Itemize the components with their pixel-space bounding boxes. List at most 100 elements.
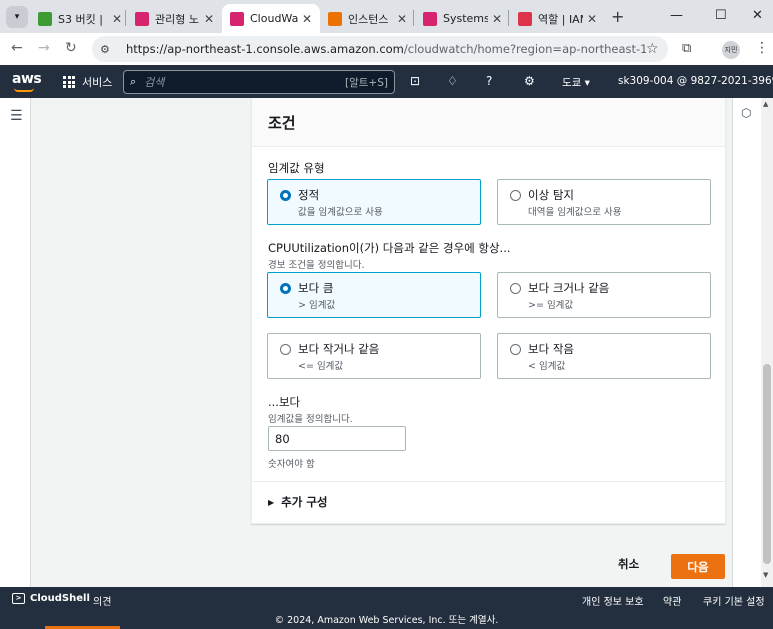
- maximize-icon[interactable]: ☐: [715, 8, 727, 23]
- feedback-link[interactable]: 의견: [93, 593, 111, 608]
- radio-unselected[interactable]: [280, 344, 291, 355]
- aws-top-nav: aws 서비스 ⌕ 검색 [알트+S] ⊡ ♢ ? ⚙ 도쿄 ▾ sk309-0…: [0, 65, 773, 98]
- site-info-icon[interactable]: ⚙: [100, 43, 116, 56]
- tab-title: Systems M: [443, 12, 488, 25]
- radio-unselected[interactable]: [510, 344, 521, 355]
- help-icon[interactable]: ?: [486, 74, 492, 88]
- tile-label: 보다 큼: [298, 281, 334, 295]
- extensions-icon[interactable]: ⧉: [682, 41, 691, 56]
- close-icon[interactable]: ✕: [397, 12, 407, 26]
- forward-icon[interactable]: →: [38, 40, 50, 56]
- tab-separator: [508, 10, 509, 26]
- search-input[interactable]: ⌕ 검색 [알트+S]: [123, 70, 395, 94]
- systems-manager-icon: [135, 11, 149, 26]
- cancel-button[interactable]: 취소: [618, 556, 639, 572]
- radio-unselected[interactable]: [510, 283, 521, 294]
- privacy-link[interactable]: 개인 정보 보호: [582, 593, 644, 608]
- tile-label: 보다 작거나 같음: [298, 342, 380, 356]
- grid-icon: [63, 76, 75, 88]
- next-button[interactable]: 다음: [671, 554, 725, 579]
- radio-unselected[interactable]: [510, 190, 521, 201]
- reload-icon[interactable]: ↻: [65, 40, 77, 56]
- url-field[interactable]: ⚙ https://ap-northeast-1.console.aws.ama…: [92, 36, 668, 62]
- conditions-panel: 조건 임계값 유형 정적 값을 임계값으로 사용 이상 탐지 대역을 임계값으로…: [251, 98, 726, 524]
- info-panel-icon[interactable]: ⬡: [741, 106, 751, 120]
- cloudshell-icon[interactable]: ⊡: [410, 74, 420, 88]
- tile-desc: >= 임계값: [528, 300, 574, 311]
- tile-label: 정적: [298, 188, 320, 202]
- close-icon[interactable]: ✕: [112, 12, 122, 26]
- aws-footer: > CloudShell 의견 개인 정보 보호 약관 쿠키 기본 설정 © 2…: [0, 587, 773, 629]
- cloudwatch-icon: [230, 11, 244, 26]
- aws-logo[interactable]: aws: [12, 71, 42, 87]
- services-menu[interactable]: 서비스: [63, 74, 112, 90]
- condition-greater-tile[interactable]: 보다 큼 > 임계값: [267, 272, 481, 318]
- tab-title: 역할 | IAM: [538, 12, 583, 26]
- close-icon[interactable]: ✕: [204, 12, 214, 26]
- new-tab-icon[interactable]: +: [611, 7, 624, 26]
- tile-desc: 대역을 임계값으로 사용: [528, 207, 622, 218]
- additional-config-expander[interactable]: ▶ 추가 구성: [268, 494, 327, 510]
- close-icon[interactable]: ✕: [492, 12, 502, 26]
- browser-tab-instances[interactable]: 인스턴스 ✕: [320, 4, 415, 33]
- search-shortcut: [알트+S]: [345, 76, 388, 89]
- tile-label: 보다 크거나 같음: [528, 281, 610, 295]
- scroll-up-icon[interactable]: ▲: [763, 100, 768, 108]
- bookmark-star-icon[interactable]: ☆: [646, 41, 668, 57]
- threshold-static-tile[interactable]: 정적 값을 임계값으로 사용: [267, 179, 481, 225]
- browser-tab-s3[interactable]: S3 버킷 | ✕: [30, 4, 130, 33]
- close-icon[interactable]: ✕: [587, 12, 597, 26]
- minimize-icon[interactable]: —: [670, 8, 683, 23]
- cloudshell-link[interactable]: > CloudShell: [12, 593, 90, 604]
- terms-link[interactable]: 약관: [663, 593, 681, 608]
- settings-gear-icon[interactable]: ⚙: [524, 74, 535, 88]
- browser-menu-icon[interactable]: ⋮: [755, 40, 769, 56]
- condition-greater-equal-tile[interactable]: 보다 크거나 같음 >= 임계값: [497, 272, 711, 318]
- threshold-value-input[interactable]: [268, 426, 406, 451]
- back-icon[interactable]: ←: [11, 40, 23, 56]
- account-label: sk309-004 @ 9827-2021-3969: [618, 75, 773, 87]
- s3-icon: [38, 11, 52, 26]
- radio-selected[interactable]: [280, 283, 291, 294]
- hamburger-menu-icon[interactable]: ☰: [10, 108, 23, 124]
- region-label: 도쿄: [562, 77, 582, 89]
- page-scrollbar[interactable]: ▲ ▼: [761, 98, 773, 587]
- tab-title: S3 버킷 |: [58, 12, 103, 26]
- tab-search-icon[interactable]: ▾: [6, 6, 28, 28]
- search-icon: ⌕: [130, 75, 137, 88]
- tile-desc: <= 임계값: [298, 361, 344, 372]
- tab-title: 관리형 노: [155, 12, 199, 26]
- browser-tab-managed-nodes[interactable]: 관리형 노 ✕: [127, 4, 222, 33]
- radio-selected[interactable]: [280, 190, 291, 201]
- browser-tab-systems-manager[interactable]: Systems M ✕: [415, 4, 510, 33]
- region-selector[interactable]: 도쿄 ▾: [562, 75, 590, 90]
- scroll-down-icon[interactable]: ▼: [763, 571, 768, 579]
- account-menu[interactable]: sk309-004 @ 9827-2021-3969 ▾: [618, 75, 773, 87]
- address-bar: ← → ↻ ⚙ https://ap-northeast-1.console.a…: [0, 33, 773, 65]
- scrollbar-thumb[interactable]: [763, 364, 771, 564]
- condition-label: CPUUtilization이(가) 다음과 같은 경우에 항상...: [268, 241, 511, 255]
- caret-right-icon: ▶: [268, 497, 275, 507]
- notifications-bell-icon[interactable]: ♢: [447, 74, 458, 88]
- tile-label: 보다 작음: [528, 342, 574, 356]
- browser-tab-iam[interactable]: 역할 | IAM ✕: [510, 4, 605, 33]
- tile-desc: > 임계값: [298, 300, 336, 311]
- threshold-anomaly-tile[interactable]: 이상 탐지 대역을 임계값으로 사용: [497, 179, 711, 225]
- terminal-icon: >: [12, 593, 25, 604]
- panel-title: 조건: [268, 114, 296, 132]
- close-icon[interactable]: ✕: [302, 12, 312, 26]
- left-rail: ☰: [0, 98, 31, 587]
- url-host: https://ap-northeast-1.console.aws.amazo…: [126, 42, 404, 56]
- than-label: ...보다: [268, 395, 301, 409]
- ec2-icon: [328, 11, 342, 26]
- condition-less-tile[interactable]: 보다 작음 < 임계값: [497, 333, 711, 379]
- window-close-icon[interactable]: ✕: [752, 8, 763, 23]
- threshold-type-label: 임계값 유형: [268, 161, 325, 175]
- services-label: 서비스: [82, 76, 113, 89]
- than-desc: 임계값을 정의합니다.: [268, 414, 353, 425]
- condition-less-equal-tile[interactable]: 보다 작거나 같음 <= 임계값: [267, 333, 481, 379]
- browser-tab-cloudwatch[interactable]: CloudWat ✕: [222, 4, 320, 33]
- cookie-preferences-link[interactable]: 쿠키 기본 설정: [703, 593, 765, 608]
- tile-label: 이상 탐지: [528, 188, 574, 202]
- profile-avatar[interactable]: 지민: [722, 41, 740, 59]
